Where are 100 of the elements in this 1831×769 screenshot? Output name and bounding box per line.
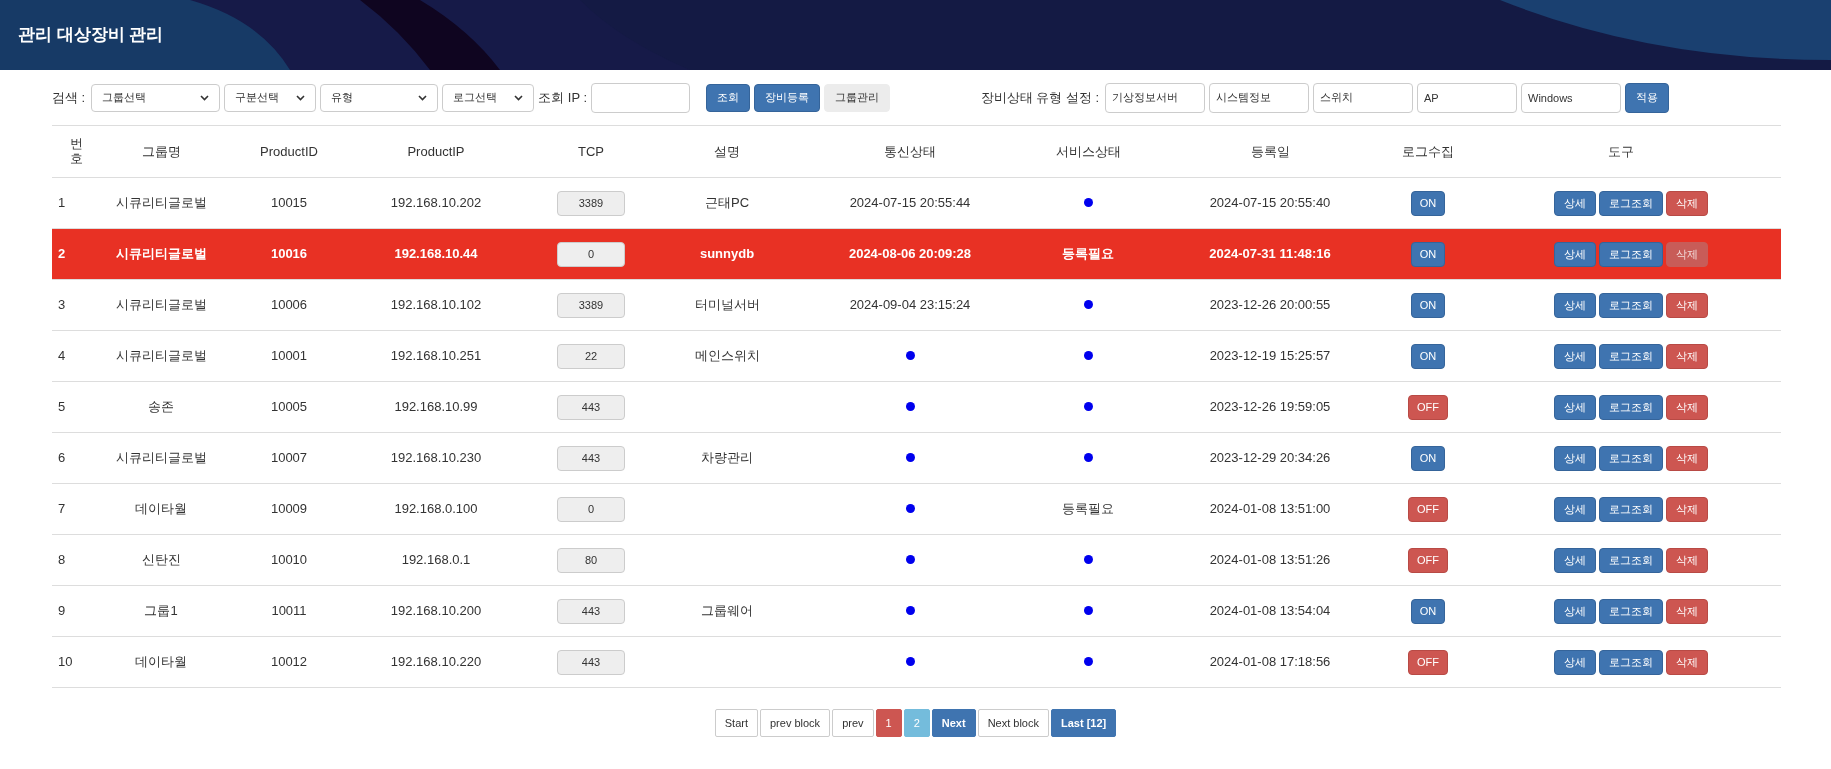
row-action-button[interactable]: 삭제 [1665, 343, 1708, 369]
table-cell: 2023-12-29 20:34:26 [1144, 432, 1396, 484]
table-cell: 2024-01-08 13:51:26 [1144, 534, 1396, 586]
row-action-button[interactable]: 상세 [1553, 496, 1596, 522]
ip-input-field[interactable] [591, 82, 691, 113]
table-row[interactable]: 5 송존 10005 192.168.10.99 443 2023-12-26 19:59:05 OFF 상세 로그조회 삭제 [52, 381, 1781, 433]
row-action-button[interactable]: 로그조회 [1598, 241, 1663, 267]
tcp-port-field[interactable]: 80 [557, 547, 625, 573]
tcp-port-field[interactable]: 22 [557, 343, 625, 369]
table-cell: 2023-12-26 20:00:55 [1144, 279, 1396, 331]
column-header: ProductIP [356, 125, 516, 178]
status-type-field[interactable]: 시스템정보 [1209, 82, 1309, 113]
table-row[interactable]: 3 시큐리티글로벌 10006 192.168.10.102 3389 터미널서버 2024-09-04 23:15:24 2023-12-26 20:00:55 ON 상세 로그조회 삭제 [52, 279, 1781, 331]
table-row[interactable]: 9 그룹1 10011 192.168.10.200 443 그룹웨어 2024-01-08 13:54:04 ON 상세 로그조회 삭제 [52, 585, 1781, 637]
table-cell: 192.168.10.230 [356, 432, 516, 484]
row-action-button[interactable]: 로그조회 [1598, 292, 1663, 318]
row-action-button[interactable]: 삭제 [1665, 190, 1708, 216]
tcp-port-field[interactable]: 0 [557, 496, 625, 522]
log-toggle-button[interactable]: ON [1410, 445, 1446, 471]
filter-dropdown[interactable]: 구분선택 [224, 83, 317, 112]
log-toggle-button[interactable]: OFF [1408, 496, 1448, 522]
row-action-button[interactable]: 로그조회 [1598, 394, 1663, 420]
row-action-button[interactable]: 삭제 [1665, 394, 1708, 420]
tcp-port-field[interactable]: 443 [557, 394, 625, 420]
row-action-button[interactable]: 상세 [1553, 394, 1596, 420]
row-action-button[interactable]: 로그조회 [1598, 343, 1663, 369]
tcp-port-field[interactable]: 3389 [557, 292, 625, 318]
row-action-button[interactable]: 로그조회 [1598, 649, 1663, 675]
row-action-button[interactable]: 상세 [1553, 598, 1596, 624]
filter-dropdown[interactable]: 그룹선택 [91, 83, 221, 112]
column-header: TCP [516, 125, 666, 178]
row-action-button[interactable]: 상세 [1553, 343, 1596, 369]
table-row[interactable]: 10 데이타월 10012 192.168.10.220 443 2024-01-08 17:18:56 OFF 상세 로그조회 삭제 [52, 636, 1781, 688]
row-action-button[interactable]: 삭제 [1665, 649, 1708, 675]
table-cell: 192.168.0.1 [356, 534, 516, 586]
tcp-port-field[interactable]: 3389 [557, 190, 625, 216]
pagination-button[interactable]: 1 [875, 709, 902, 737]
status-type-field[interactable]: AP [1417, 82, 1517, 113]
row-action-button[interactable]: 상세 [1553, 292, 1596, 318]
pagination-button[interactable]: Next [931, 709, 976, 737]
table-row[interactable]: 7 데이타월 10009 192.168.0.100 0 등록필요 2024-01-08 13:51:00 OFF 상세 로그조회 삭제 [52, 483, 1781, 535]
status-text: 등록필요 [1062, 501, 1114, 517]
row-action-button[interactable]: 로그조회 [1598, 598, 1663, 624]
table-cell: 2 [52, 228, 100, 280]
row-action-button[interactable]: 로그조회 [1598, 496, 1663, 522]
toolbar-button[interactable]: 그룹관리 [824, 83, 891, 112]
tcp-port-field[interactable]: 0 [557, 241, 625, 267]
tcp-port-field[interactable]: 443 [557, 445, 625, 471]
row-action-button[interactable]: 삭제 [1665, 292, 1708, 318]
filter-dropdown[interactable]: 로그선택 [442, 83, 535, 112]
table-cell: 데이타월 [100, 483, 222, 535]
row-action-button[interactable]: 상세 [1553, 445, 1596, 471]
log-toggle-button[interactable]: ON [1410, 190, 1446, 216]
table-row[interactable]: 8 신탄진 10010 192.168.0.1 80 2024-01-08 13:51:26 OFF 상세 로그조회 삭제 [52, 534, 1781, 586]
status-type-field[interactable]: Windows [1521, 82, 1621, 113]
table-cell: 터미널서버 [666, 279, 788, 331]
row-action-button[interactable]: 삭제 [1665, 547, 1708, 573]
row-action-button[interactable]: 로그조회 [1598, 547, 1663, 573]
tcp-port-field[interactable]: 443 [557, 649, 625, 675]
log-toggle-button[interactable]: ON [1410, 292, 1446, 318]
log-toggle-button[interactable]: ON [1410, 598, 1446, 624]
table-cell: 2024-07-15 20:55:40 [1144, 177, 1396, 229]
row-action-button[interactable]: 로그조회 [1598, 445, 1663, 471]
column-header: 서비스상태 [1032, 125, 1144, 178]
filter-dropdown[interactable]: 유형 [320, 83, 439, 112]
apply-button[interactable]: 적용 [1625, 82, 1669, 113]
row-action-button[interactable]: 상세 [1553, 241, 1596, 267]
row-action-button[interactable]: 로그조회 [1598, 190, 1663, 216]
row-action-button[interactable]: 삭제 [1665, 496, 1708, 522]
tcp-port-field[interactable]: 443 [557, 598, 625, 624]
table-row[interactable]: 1 시큐리티글로벌 10015 192.168.10.202 3389 근태PC 2024-07-15 20:55:44 2024-07-15 20:55:40 ON 상세 로그조회 삭제 [52, 177, 1781, 229]
pagination-button[interactable]: Start [714, 709, 758, 737]
pagination-button[interactable]: Next block [977, 709, 1049, 737]
table-cell: 10016 [222, 228, 356, 280]
table-cell: 192.168.10.202 [356, 177, 516, 229]
toolbar-button[interactable]: 장비등록 [754, 83, 821, 112]
row-action-button[interactable]: 상세 [1553, 649, 1596, 675]
table-row[interactable]: 6 시큐리티글로벌 10007 192.168.10.230 443 차량관리 2023-12-29 20:34:26 ON 상세 로그조회 삭제 [52, 432, 1781, 484]
row-action-button[interactable]: 삭제 [1665, 598, 1708, 624]
status-text: 2024-08-06 20:09:28 [848, 246, 972, 262]
log-toggle-button[interactable]: OFF [1408, 547, 1448, 573]
table-cell: 1 [52, 177, 100, 229]
log-toggle-button[interactable]: ON [1410, 343, 1446, 369]
row-action-button[interactable]: 상세 [1553, 190, 1596, 216]
row-action-button[interactable]: 상세 [1553, 547, 1596, 573]
log-toggle-button[interactable]: ON [1410, 241, 1446, 267]
table-row[interactable]: 4 시큐리티글로벌 10001 192.168.10.251 22 메인스위치 2023-12-19 15:25:57 ON 상세 로그조회 삭제 [52, 330, 1781, 382]
log-toggle-button[interactable]: OFF [1408, 394, 1448, 420]
status-type-field[interactable]: 기상정보서버 [1105, 82, 1205, 113]
chevron-down-icon [418, 94, 428, 101]
log-toggle-button[interactable]: OFF [1408, 649, 1448, 675]
row-action-button[interactable]: 삭제 [1665, 445, 1708, 471]
pagination-button[interactable]: Last [12] [1051, 709, 1117, 737]
table-cell: 10009 [222, 483, 356, 535]
pagination-button[interactable]: prev [832, 709, 874, 737]
toolbar-button[interactable]: 조회 [706, 83, 751, 112]
status-type-field[interactable]: 스위치 [1313, 82, 1413, 113]
pagination-button[interactable]: prev block [760, 709, 831, 737]
column-header: 그룹명 [100, 125, 222, 178]
table-cell: 시큐리티글로벌 [100, 432, 222, 484]
